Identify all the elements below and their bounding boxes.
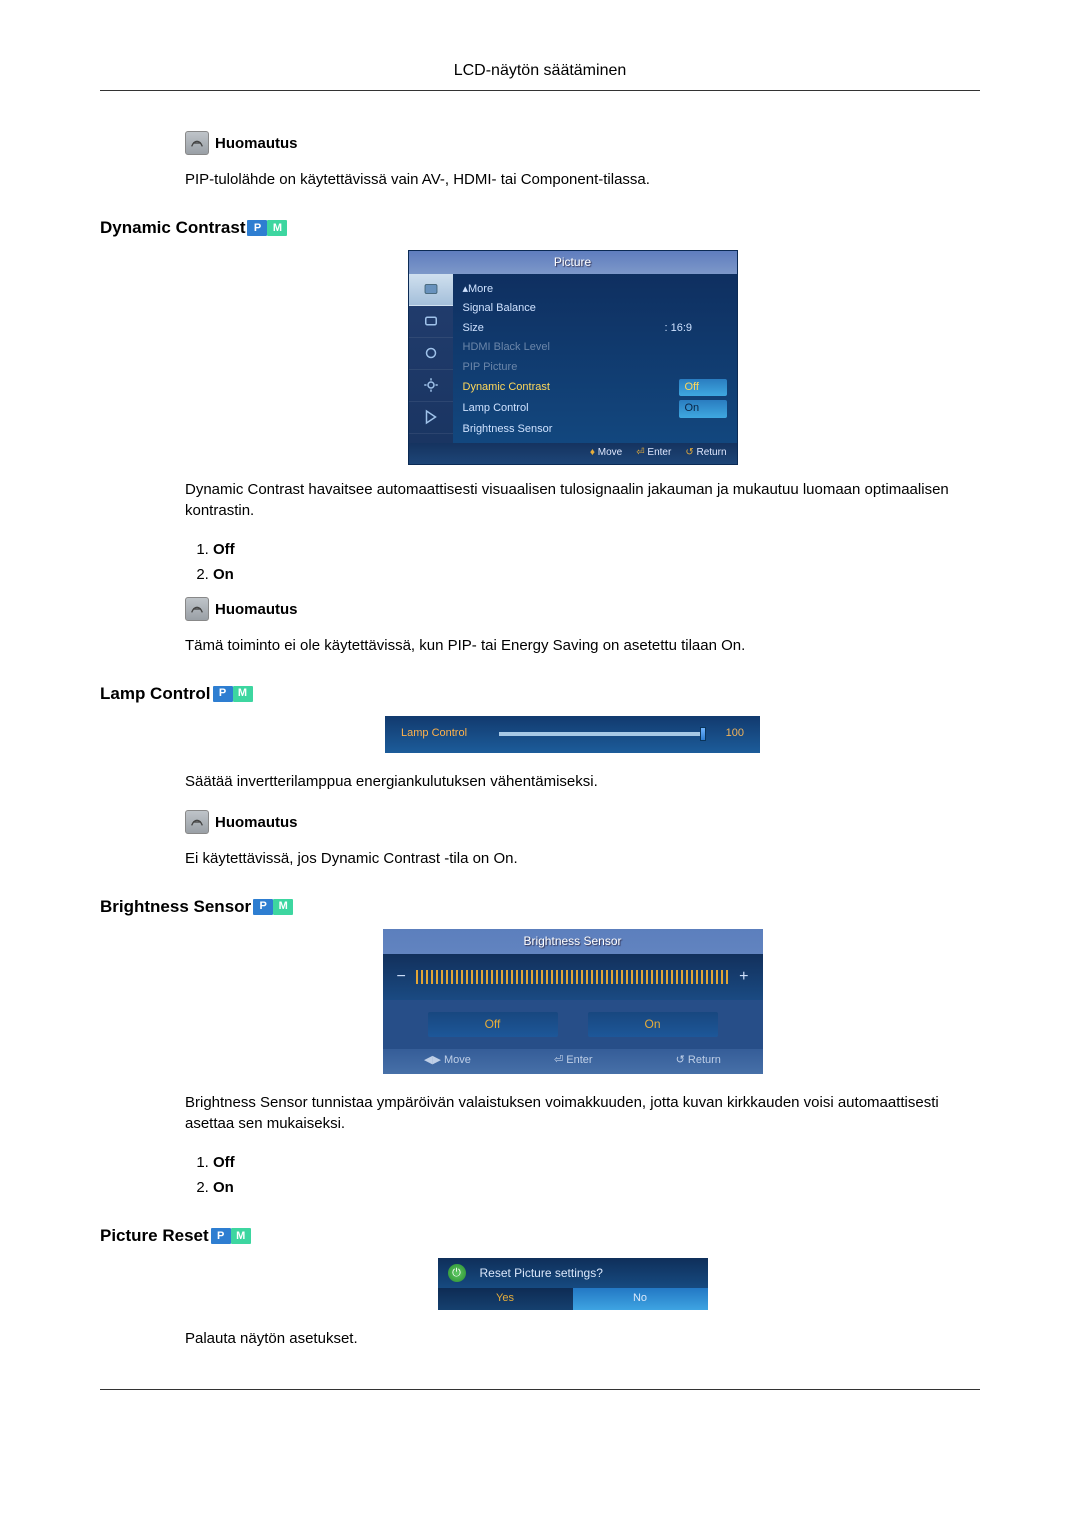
bs-buttons: Off On — [383, 1000, 763, 1049]
section-heading-picture-reset: Picture Reset P M — [100, 1224, 960, 1248]
lamp-note-text: Ei käytettävissä, jos Dynamic Contrast -… — [185, 848, 960, 869]
pip-note-text: PIP-tulolähde on käytettävissä vain AV-,… — [185, 169, 960, 190]
osd-sidebar — [409, 274, 453, 443]
note-label: Huomautus — [215, 133, 298, 154]
osd-footer: ♦ Move ⏎ Enter ↺ Return — [409, 443, 737, 464]
bs-button-off: Off — [428, 1012, 558, 1037]
osd-row-brightness-sensor: Brightness Sensor — [463, 420, 727, 439]
bs-bar: − + — [383, 954, 763, 1000]
badge-p: P — [211, 1228, 231, 1244]
pm-badges: P M — [213, 686, 253, 702]
osd-row-dynamic-contrast: Dynamic ContrastOff — [463, 377, 727, 398]
note-icon — [185, 131, 209, 155]
badge-p: P — [253, 899, 273, 915]
reset-button-yes: Yes — [438, 1288, 573, 1309]
lamp-slider-label: Lamp Control — [401, 726, 491, 741]
badge-m: M — [267, 220, 287, 236]
heading-text: Brightness Sensor — [100, 895, 251, 919]
osd-screenshot-lamp-control: Lamp Control 100 — [385, 716, 760, 753]
bs-option-off: Off — [213, 1152, 960, 1173]
heading-text: Lamp Control — [100, 682, 211, 706]
badge-m: M — [231, 1228, 251, 1244]
bs-options-list: Off On — [213, 1152, 960, 1198]
osd-side-item-4 — [409, 370, 453, 402]
osd-row-hdmi-black: HDMI Black Level — [463, 338, 727, 357]
bs-minus-icon: − — [397, 966, 406, 988]
note-label: Huomautus — [215, 599, 298, 620]
section-heading-dynamic-contrast: Dynamic Contrast P M — [100, 216, 960, 240]
section-heading-brightness-sensor: Brightness Sensor P M — [100, 895, 960, 919]
note-icon — [185, 810, 209, 834]
osd-screenshot-picture-reset: ⏻ Reset Picture settings? Yes No — [438, 1258, 708, 1309]
pm-badges: P M — [253, 899, 293, 915]
note-label: Huomautus — [215, 812, 298, 833]
badge-m: M — [233, 686, 253, 702]
bs-plus-icon: + — [739, 966, 748, 988]
bs-footer: ◀▶ Move ⏎ Enter ↺ Return — [383, 1049, 763, 1074]
dc-options-list: Off On — [213, 539, 960, 585]
heading-text: Dynamic Contrast — [100, 216, 245, 240]
badge-m: M — [273, 899, 293, 915]
osd-side-item-5 — [409, 402, 453, 434]
lamp-slider-track — [499, 732, 706, 736]
bs-option-on: On — [213, 1177, 960, 1198]
reset-buttons: Yes No — [438, 1288, 708, 1309]
note-row-2: Huomautus — [185, 597, 960, 621]
heading-text: Picture Reset — [100, 1224, 209, 1248]
bs-button-on: On — [588, 1012, 718, 1037]
osd-row-signal-balance: Signal Balance — [463, 299, 727, 318]
dc-note-text: Tämä toiminto ei ole käytettävissä, kun … — [185, 635, 960, 656]
badge-p: P — [213, 686, 233, 702]
osd-screenshot-brightness-sensor: Brightness Sensor − + Off On ◀▶ Move ⏎ E… — [383, 929, 763, 1074]
lamp-control-description: Säätää invertterilamppua energiankulutuk… — [185, 771, 960, 792]
dc-option-off: Off — [213, 539, 960, 560]
osd-title: Picture — [409, 251, 737, 274]
note-row-1: Huomautus — [185, 131, 960, 155]
bs-ticks — [416, 970, 729, 984]
reset-button-no: No — [573, 1288, 708, 1309]
brightness-sensor-description: Brightness Sensor tunnistaa ympäröivän v… — [185, 1092, 960, 1134]
lamp-slider-value: 100 — [714, 726, 744, 741]
dynamic-contrast-description: Dynamic Contrast havaitsee automaattises… — [185, 479, 960, 521]
osd-rows: ▴More Signal Balance Size: 16:9 HDMI Bla… — [453, 274, 737, 443]
osd-row-pip-picture: PIP Picture — [463, 358, 727, 377]
osd-row-size: Size: 16:9 — [463, 319, 727, 338]
note-icon — [185, 597, 209, 621]
note-row-3: Huomautus — [185, 810, 960, 834]
badge-p: P — [247, 220, 267, 236]
osd-screenshot-dynamic-contrast: Picture ▴More Signal Balance Size: 16:9 … — [408, 250, 738, 465]
section-heading-lamp-control: Lamp Control P M — [100, 682, 960, 706]
pm-badges: P M — [211, 1228, 251, 1244]
pm-badges: P M — [247, 220, 287, 236]
reset-question-text: Reset Picture settings? — [480, 1265, 603, 1282]
dc-option-on: On — [213, 564, 960, 585]
bottom-divider — [100, 1389, 980, 1390]
osd-side-item-2 — [409, 306, 453, 338]
osd-row-lamp-control: Lamp ControlOn — [463, 398, 727, 419]
osd-side-item-3 — [409, 338, 453, 370]
top-divider — [100, 90, 980, 91]
picture-reset-description: Palauta näytön asetukset. — [185, 1328, 960, 1349]
bs-title: Brightness Sensor — [383, 929, 763, 954]
osd-row-more: ▴More — [463, 280, 727, 299]
power-icon: ⏻ — [448, 1264, 466, 1282]
osd-side-item-picture — [409, 274, 453, 306]
lamp-slider-handle — [700, 727, 706, 741]
page-header-title: LCD-näytön säätäminen — [100, 60, 980, 82]
reset-bar: ⏻ Reset Picture settings? — [438, 1258, 708, 1288]
